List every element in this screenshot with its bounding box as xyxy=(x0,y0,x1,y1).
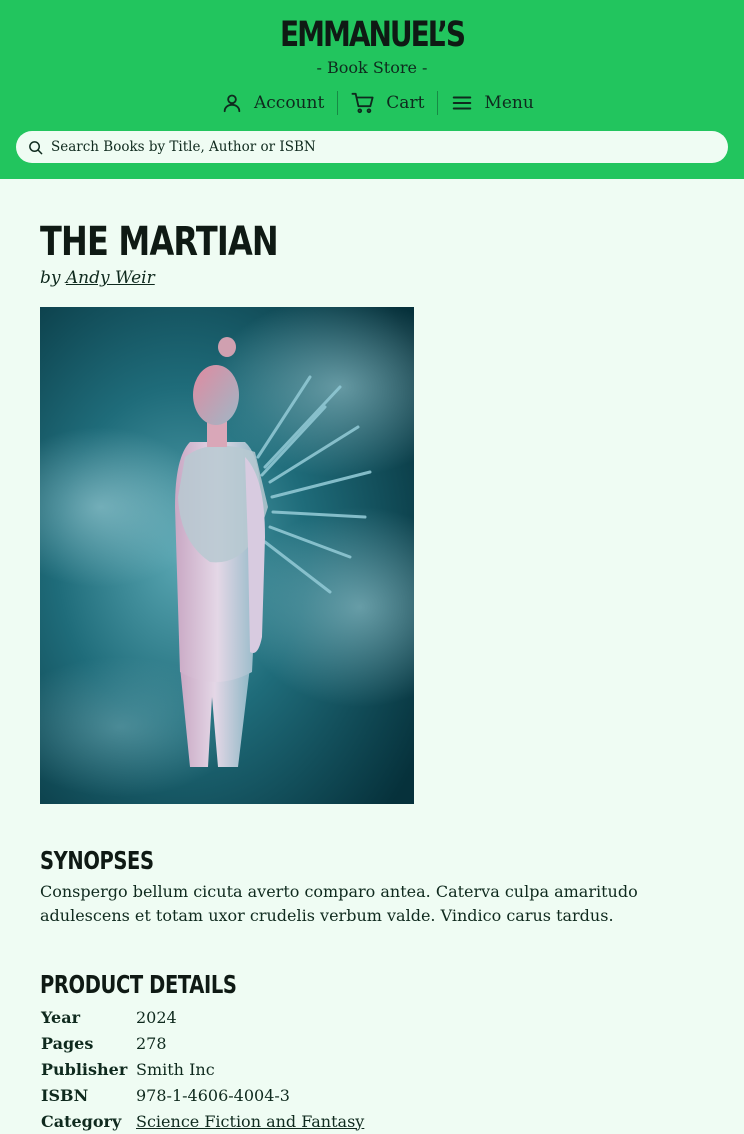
product-details-heading: Product Details xyxy=(40,970,237,999)
detail-label: Pages xyxy=(41,1033,94,1053)
nav-divider xyxy=(437,91,439,115)
synopsis-heading: Synopses xyxy=(40,846,154,875)
store-tagline: - Book Store - xyxy=(316,58,428,77)
product-details-table: Year 2024 Pages 278 Publisher Smith Inc … xyxy=(40,1004,364,1134)
site-header: EMMANUEL’S - Book Store - Account Cart M… xyxy=(0,0,744,179)
table-row: Category Science Fiction and Fantasy xyxy=(40,1108,364,1134)
account-link[interactable]: Account xyxy=(221,92,324,114)
detail-value: 978-1-4606-4004-3 xyxy=(136,1085,290,1105)
detail-value: 278 xyxy=(136,1033,167,1053)
detail-value: 2024 xyxy=(136,1007,177,1027)
synopsis-text: Conspergo bellum cicuta averto comparo a… xyxy=(40,882,638,925)
detail-label: ISBN xyxy=(41,1085,89,1105)
by-label: by xyxy=(40,268,61,288)
detail-label: Year xyxy=(41,1007,81,1027)
nav-divider xyxy=(337,91,339,115)
user-icon xyxy=(223,94,241,113)
menu-button[interactable]: Menu xyxy=(451,93,534,113)
menu-label: Menu xyxy=(484,93,534,113)
cart-label: Cart xyxy=(386,93,425,113)
menu-icon xyxy=(453,96,472,110)
table-row: Pages 278 xyxy=(40,1030,364,1056)
search-bar[interactable] xyxy=(16,131,728,163)
table-row: ISBN 978-1-4606-4004-3 xyxy=(40,1082,364,1108)
category-link[interactable]: Science Fiction and Fantasy xyxy=(136,1112,364,1131)
book-cover-image xyxy=(40,307,414,804)
author-link[interactable]: Andy Weir xyxy=(66,268,155,288)
detail-value: Science Fiction and Fantasy xyxy=(136,1108,364,1134)
search-icon xyxy=(29,140,43,154)
cover-illustration xyxy=(40,307,414,804)
byline: by Andy Weir xyxy=(40,268,155,288)
detail-value: Smith Inc xyxy=(136,1059,215,1079)
main-nav: Account Cart Menu xyxy=(221,88,534,118)
cart-link[interactable]: Cart xyxy=(351,92,424,114)
store-logo[interactable]: EMMANUEL’S xyxy=(74,14,669,56)
cart-icon xyxy=(351,92,374,114)
table-row: Publisher Smith Inc xyxy=(40,1056,364,1082)
book-title: The Martian xyxy=(40,219,279,265)
account-label: Account xyxy=(254,93,325,113)
detail-label: Publisher xyxy=(41,1059,128,1079)
search-input[interactable] xyxy=(51,139,691,155)
detail-label: Category xyxy=(41,1111,122,1131)
table-row: Year 2024 xyxy=(40,1004,364,1030)
